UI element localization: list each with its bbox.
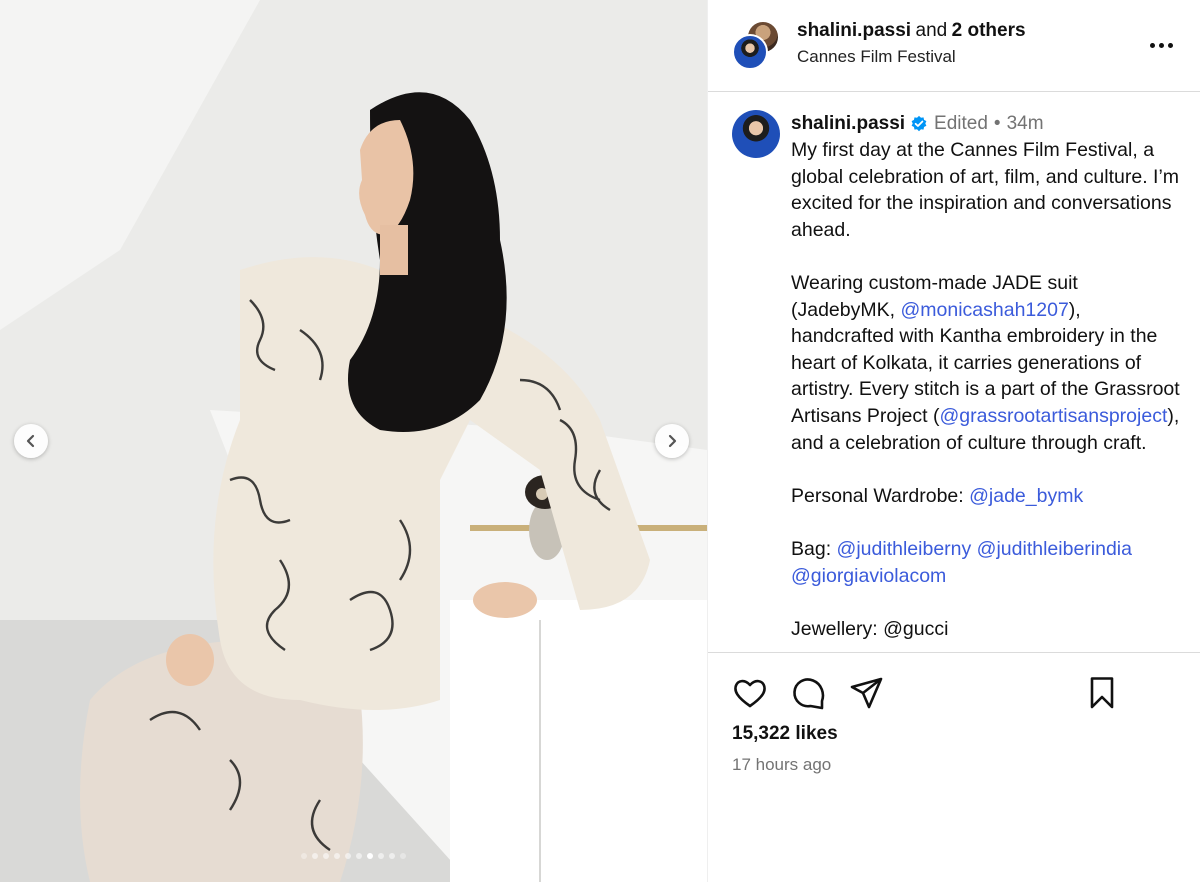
post-header: shalini.passi and 2 others Cannes Film F…	[708, 0, 1200, 92]
mention-link[interactable]: @judithleiberindia	[977, 538, 1132, 560]
bookmark-icon	[1090, 677, 1114, 709]
header-names: shalini.passi and 2 others Cannes Film F…	[797, 20, 1026, 67]
mention-link[interactable]: @grassrootartisansproject	[939, 405, 1167, 427]
chevron-right-icon	[668, 434, 677, 448]
more-horizontal-icon	[1149, 42, 1155, 48]
caption-paragraph: Personal Wardrobe: @jade_bymk	[791, 484, 1084, 507]
post-panel: shalini.passi and 2 others Cannes Film F…	[707, 0, 1200, 882]
save-button[interactable]	[1084, 675, 1120, 711]
carousel-dot	[323, 853, 329, 859]
separator: •	[993, 113, 1001, 134]
carousel-dot	[378, 853, 384, 859]
carousel-dot-active	[367, 853, 373, 859]
verified-badge-icon	[911, 115, 927, 132]
avatar	[732, 34, 768, 70]
location-link[interactable]: Cannes Film Festival	[797, 47, 1026, 67]
carousel-dot	[301, 853, 307, 859]
caption-area[interactable]: shalini.passi Edited • 34m My first day …	[708, 93, 1200, 651]
caption-paragraph: My first day at the Cannes Film Festival…	[791, 139, 1180, 241]
caption-body: shalini.passi Edited • 34m My first day …	[791, 111, 1186, 651]
caption-paragraph: Jewellery: @gucci	[791, 617, 949, 640]
heart-icon	[734, 679, 766, 708]
header-and-text: and	[915, 20, 948, 41]
share-icon	[850, 677, 883, 709]
post-media	[0, 0, 707, 882]
more-options-button[interactable]	[1146, 30, 1176, 60]
comment-icon	[793, 678, 825, 710]
caption-time[interactable]: 34m	[1007, 111, 1044, 137]
mention-link[interactable]: @giorgiaviolacom	[791, 565, 946, 587]
caption-text: My first day at the Cannes Film Festival…	[791, 137, 1186, 642]
mention-link[interactable]: @jade_bymk	[969, 485, 1083, 507]
edited-label: Edited	[934, 113, 988, 134]
carousel-next-button[interactable]	[655, 424, 689, 458]
share-button[interactable]	[849, 675, 885, 711]
carousel-dot	[345, 853, 351, 859]
comment-button[interactable]	[791, 675, 827, 711]
carousel-dot	[312, 853, 318, 859]
caption-username[interactable]: shalini.passi	[791, 111, 905, 137]
likes-count[interactable]: 15,322 likes	[732, 723, 838, 745]
collab-avatars[interactable]	[732, 20, 782, 70]
caption-paragraph: Bag: @judithleiberny @judithleiberindia …	[791, 537, 1132, 587]
carousel-dot	[356, 853, 362, 859]
chevron-left-icon	[26, 434, 35, 448]
caption-meta: shalini.passi Edited • 34m	[791, 111, 1186, 137]
carousel-indicator	[0, 853, 707, 859]
post-photo	[0, 0, 707, 882]
like-button[interactable]	[732, 675, 768, 711]
author-username[interactable]: shalini.passi	[797, 20, 911, 41]
caption-paragraph: Wearing custom-made JADE suit (JadebyMK,…	[791, 271, 1180, 454]
carousel-dot	[334, 853, 340, 859]
others-link[interactable]: 2 others	[952, 20, 1026, 41]
mention-link[interactable]: @monicashah1207	[900, 299, 1068, 321]
mention-link[interactable]: @judithleiberny	[837, 538, 972, 560]
carousel-dot	[400, 853, 406, 859]
carousel-dot	[389, 853, 395, 859]
avatar[interactable]	[732, 110, 780, 158]
carousel-prev-button[interactable]	[14, 424, 48, 458]
actions-bar: 15,322 likes 17 hours ago	[708, 652, 1200, 882]
post-timestamp[interactable]: 17 hours ago	[732, 755, 831, 775]
